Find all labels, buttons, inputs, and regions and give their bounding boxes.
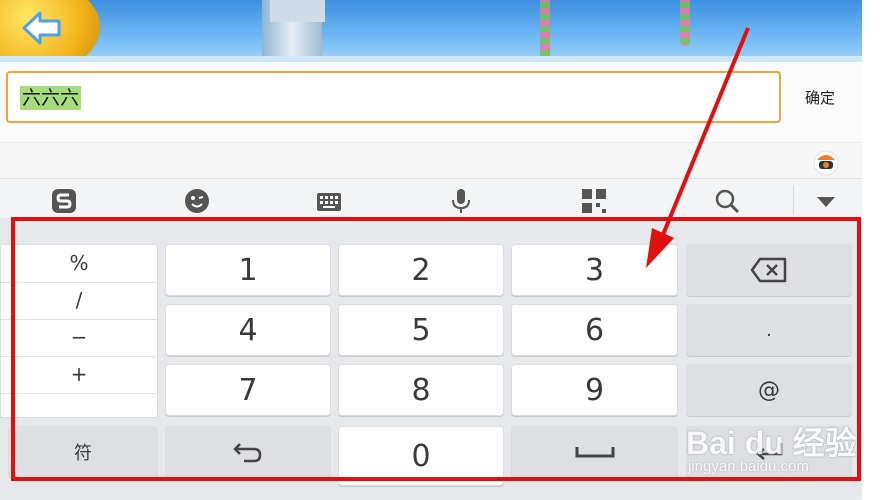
symbol-minus-key[interactable]: − bbox=[1, 319, 157, 357]
dot-key-label: . bbox=[766, 319, 772, 341]
digit-key-8[interactable]: 8 bbox=[338, 364, 504, 416]
baidu-jingyan-watermark: Bai du 经验 jingyan.baidu.com bbox=[686, 400, 866, 490]
confirm-button[interactable]: 确定 bbox=[790, 86, 850, 110]
mascot-icon[interactable] bbox=[812, 148, 840, 176]
emoji-icon[interactable] bbox=[183, 187, 211, 215]
keyboard-icon[interactable] bbox=[315, 187, 343, 215]
digit-key-1[interactable]: 1 bbox=[165, 244, 331, 296]
microphone-icon[interactable] bbox=[447, 187, 475, 215]
tower-top-decoration bbox=[270, 0, 325, 22]
text-input[interactable]: 六六六 bbox=[6, 71, 781, 123]
vine-decoration bbox=[680, 0, 690, 46]
vine-decoration bbox=[540, 0, 550, 62]
at-key-label: @ bbox=[758, 377, 780, 403]
game-banner bbox=[0, 0, 862, 62]
space-key[interactable] bbox=[511, 426, 678, 478]
dot-key[interactable]: . bbox=[686, 304, 852, 356]
back-arrow-icon[interactable] bbox=[22, 10, 62, 46]
candidate-bar bbox=[0, 142, 862, 179]
digit-key-5[interactable]: 5 bbox=[338, 304, 504, 356]
symbol-plus-key[interactable]: + bbox=[1, 356, 157, 394]
edge-strip bbox=[862, 0, 890, 500]
search-icon[interactable] bbox=[713, 187, 741, 215]
digit-key-2[interactable]: 2 bbox=[338, 244, 504, 296]
sogou-logo-icon[interactable] bbox=[50, 187, 78, 215]
return-back-key[interactable] bbox=[165, 426, 331, 478]
undo-arrow-icon bbox=[233, 443, 262, 463]
symbol-mode-label: 符 bbox=[74, 443, 92, 464]
digit-key-0[interactable]: 0 bbox=[338, 426, 504, 486]
digit-key-3[interactable]: 3 bbox=[511, 244, 678, 296]
digit-key-7[interactable]: 7 bbox=[165, 364, 331, 416]
ime-toolbar bbox=[0, 178, 862, 219]
watermark-url: jingyan.baidu.com bbox=[688, 458, 809, 475]
digit-key-6[interactable]: 6 bbox=[511, 304, 678, 356]
symbol-slash-key[interactable]: / bbox=[1, 282, 157, 320]
input-value: 六六六 bbox=[20, 86, 82, 110]
qr-grid-icon[interactable] bbox=[580, 187, 608, 215]
digit-key-9[interactable]: 9 bbox=[511, 364, 678, 416]
backspace-icon bbox=[750, 257, 787, 283]
collapse-triangle-icon[interactable] bbox=[812, 187, 840, 215]
symbol-mode-key[interactable]: 符 bbox=[8, 426, 158, 478]
input-row: 六六六 确定 bbox=[0, 62, 862, 142]
space-bar-icon bbox=[575, 447, 614, 458]
symbol-list[interactable]: % / − + bbox=[0, 244, 158, 418]
toolbar-divider bbox=[793, 185, 794, 215]
backspace-key[interactable] bbox=[686, 244, 852, 296]
symbol-percent-key[interactable]: % bbox=[1, 245, 157, 283]
digit-key-4[interactable]: 4 bbox=[165, 304, 331, 356]
